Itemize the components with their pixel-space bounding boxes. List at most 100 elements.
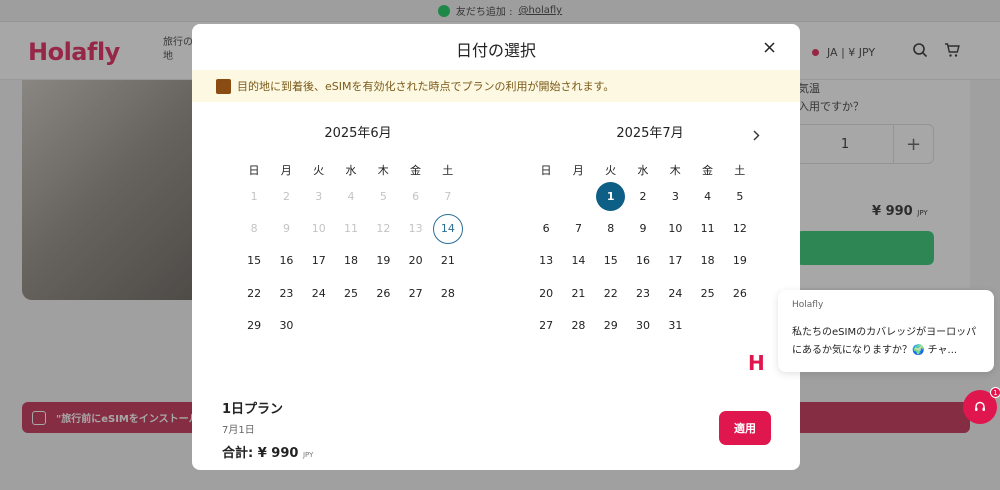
calendar-day[interactable]: 12 xyxy=(724,212,756,244)
calendar-day: 12 xyxy=(376,222,391,236)
plan-total: 合計: ¥ 990 JPY xyxy=(222,446,314,461)
calendar-day[interactable]: 31 xyxy=(659,310,691,342)
calendar-day[interactable]: 23 xyxy=(270,277,302,309)
calendar-day[interactable]: 8 xyxy=(595,212,627,244)
notice-icon xyxy=(216,78,231,94)
calendar-empty-cell xyxy=(367,310,399,342)
calendar-day[interactable]: 26 xyxy=(367,277,399,309)
calendar-day[interactable]: 28 xyxy=(432,277,464,309)
calendar-day[interactable]: 17 xyxy=(659,245,691,277)
calendar-day[interactable]: 22 xyxy=(238,277,270,309)
calendar-day[interactable]: 11 xyxy=(691,212,723,244)
calendar-day[interactable]: 19 xyxy=(367,245,399,277)
calendar-day[interactable]: 7 xyxy=(562,212,594,244)
calendar-day[interactable]: 25 xyxy=(335,277,367,309)
chevron-right-icon[interactable] xyxy=(746,125,766,145)
calendar-empty-cell xyxy=(335,310,367,342)
calendar-day: 11 xyxy=(344,222,359,236)
calendar-week: 20 21 22 23 24 25 26 xyxy=(530,277,770,309)
calendar-day[interactable]: 4 xyxy=(691,180,723,212)
chat-preview[interactable]: Holafly 私たちのeSIMのカバレッジがヨーロッパにあるか気になりますか？… xyxy=(778,290,994,372)
weekday-label: 土 xyxy=(442,164,454,177)
calendar-day: 9 xyxy=(282,222,290,236)
calendar-day-selected[interactable]: 1 xyxy=(595,180,627,212)
holafly-chat-logo-icon: H xyxy=(748,351,765,375)
calendar-empty-cell xyxy=(432,310,464,342)
weekday-header: 日月火水木金土 xyxy=(530,162,770,180)
calendar-day[interactable]: 17 xyxy=(303,245,335,277)
modal-title: 日付の選択 xyxy=(455,41,536,60)
apply-button[interactable]: 適用 xyxy=(719,411,771,445)
calendar-day[interactable]: 29 xyxy=(238,310,270,342)
calendar-day: 3 xyxy=(315,189,323,203)
month-title: 2025年6月 xyxy=(324,126,392,141)
calendar-day[interactable]: 16 xyxy=(627,245,659,277)
calendar-day: 13 xyxy=(408,222,423,236)
calendar-week: 29 30 xyxy=(238,310,478,342)
calendar-day[interactable]: 20 xyxy=(530,277,562,309)
calendar-day: 4 xyxy=(347,189,355,203)
notice-text: 目的地に到着後、eSIMを有効化された時点でプランの利用が開始されます。 xyxy=(237,80,615,93)
calendar-week: 22 23 24 25 26 27 28 xyxy=(238,277,478,309)
plan-name: 1日プラン xyxy=(222,402,284,417)
calendar-day[interactable]: 15 xyxy=(238,245,270,277)
calendar-week: 27 28 29 30 31 xyxy=(530,310,770,342)
calendar-day[interactable]: 24 xyxy=(659,277,691,309)
calendar-week: 6 7 8 9 10 11 12 xyxy=(530,212,770,244)
calendar-grid: 日月火水木金土 1 2 3 4 5 6 7 8 9 10 11 12 13 14 15 16 17 18 19 20 21… xyxy=(530,162,770,342)
calendar-day[interactable]: 19 xyxy=(724,245,756,277)
calendar-july: 2025年7月 日月火水木金土 1 2 3 4 5 6 7 8 9 10 11 12 13 14 15 16 17… xyxy=(530,124,770,332)
weekday-label: 水 xyxy=(345,164,357,177)
weekday-label: 日 xyxy=(540,164,552,177)
calendar-day[interactable]: 13 xyxy=(530,245,562,277)
calendar-week: 12345 xyxy=(530,180,770,212)
notification-badge: 1 xyxy=(990,387,1000,398)
calendar-day: 6 xyxy=(412,189,420,203)
calendar-day: 8 xyxy=(250,222,258,236)
calendar-day[interactable]: 28 xyxy=(562,310,594,342)
calendar-day[interactable]: 10 xyxy=(659,212,691,244)
weekday-label: 木 xyxy=(669,164,681,177)
calendar-empty-cell xyxy=(691,310,723,342)
calendar-day[interactable]: 27 xyxy=(399,277,431,309)
calendar-day[interactable]: 23 xyxy=(627,277,659,309)
chat-sender: Holafly xyxy=(792,300,824,310)
calendar-day[interactable]: 9 xyxy=(627,212,659,244)
month-title: 2025年7月 xyxy=(616,126,684,141)
calendar-week: 13 14 15 16 17 18 19 xyxy=(530,245,770,277)
weekday-label: 火 xyxy=(313,164,325,177)
calendar-grid: 日月火水木金土 1 2 3 4 5 6 7 8 9 10 11 12 13 14 15 16 17 18 19 20 21… xyxy=(238,162,478,342)
calendar-day[interactable]: 15 xyxy=(595,245,627,277)
calendar-day[interactable]: 27 xyxy=(530,310,562,342)
calendar-empty-cell xyxy=(530,180,562,212)
weekday-label: 金 xyxy=(409,164,421,177)
calendar-empty-cell xyxy=(303,310,335,342)
calendar-empty-cell xyxy=(399,310,431,342)
calendar-day[interactable]: 18 xyxy=(691,245,723,277)
calendar-day[interactable]: 25 xyxy=(691,277,723,309)
calendar-day[interactable]: 30 xyxy=(270,310,302,342)
chat-launcher-button[interactable]: 1 xyxy=(963,387,1000,424)
calendar-day[interactable]: 18 xyxy=(335,245,367,277)
calendar-day[interactable]: 16 xyxy=(270,245,302,277)
calendar-day[interactable]: 26 xyxy=(724,277,756,309)
calendar-day: 7 xyxy=(444,189,452,203)
calendar-day[interactable]: 2 xyxy=(627,180,659,212)
calendar-day[interactable]: 21 xyxy=(562,277,594,309)
calendar-day[interactable]: 22 xyxy=(595,277,627,309)
calendar-week: 8 9 10 11 12 13 14 xyxy=(238,212,478,244)
calendar-day[interactable]: 24 xyxy=(303,277,335,309)
calendar-empty-cell xyxy=(562,180,594,212)
calendar-day[interactable]: 5 xyxy=(724,180,756,212)
calendar-day[interactable]: 6 xyxy=(530,212,562,244)
calendar-day[interactable]: 20 xyxy=(399,245,431,277)
close-icon[interactable] xyxy=(760,38,778,56)
calendar-day[interactable]: 30 xyxy=(627,310,659,342)
calendar-empty-cell xyxy=(724,310,756,342)
weekday-label: 月 xyxy=(572,164,584,177)
calendar-day[interactable]: 3 xyxy=(659,180,691,212)
calendar-day[interactable]: 14 xyxy=(432,212,464,244)
calendar-day[interactable]: 29 xyxy=(595,310,627,342)
calendar-day[interactable]: 21 xyxy=(432,245,464,277)
calendar-day[interactable]: 14 xyxy=(562,245,594,277)
